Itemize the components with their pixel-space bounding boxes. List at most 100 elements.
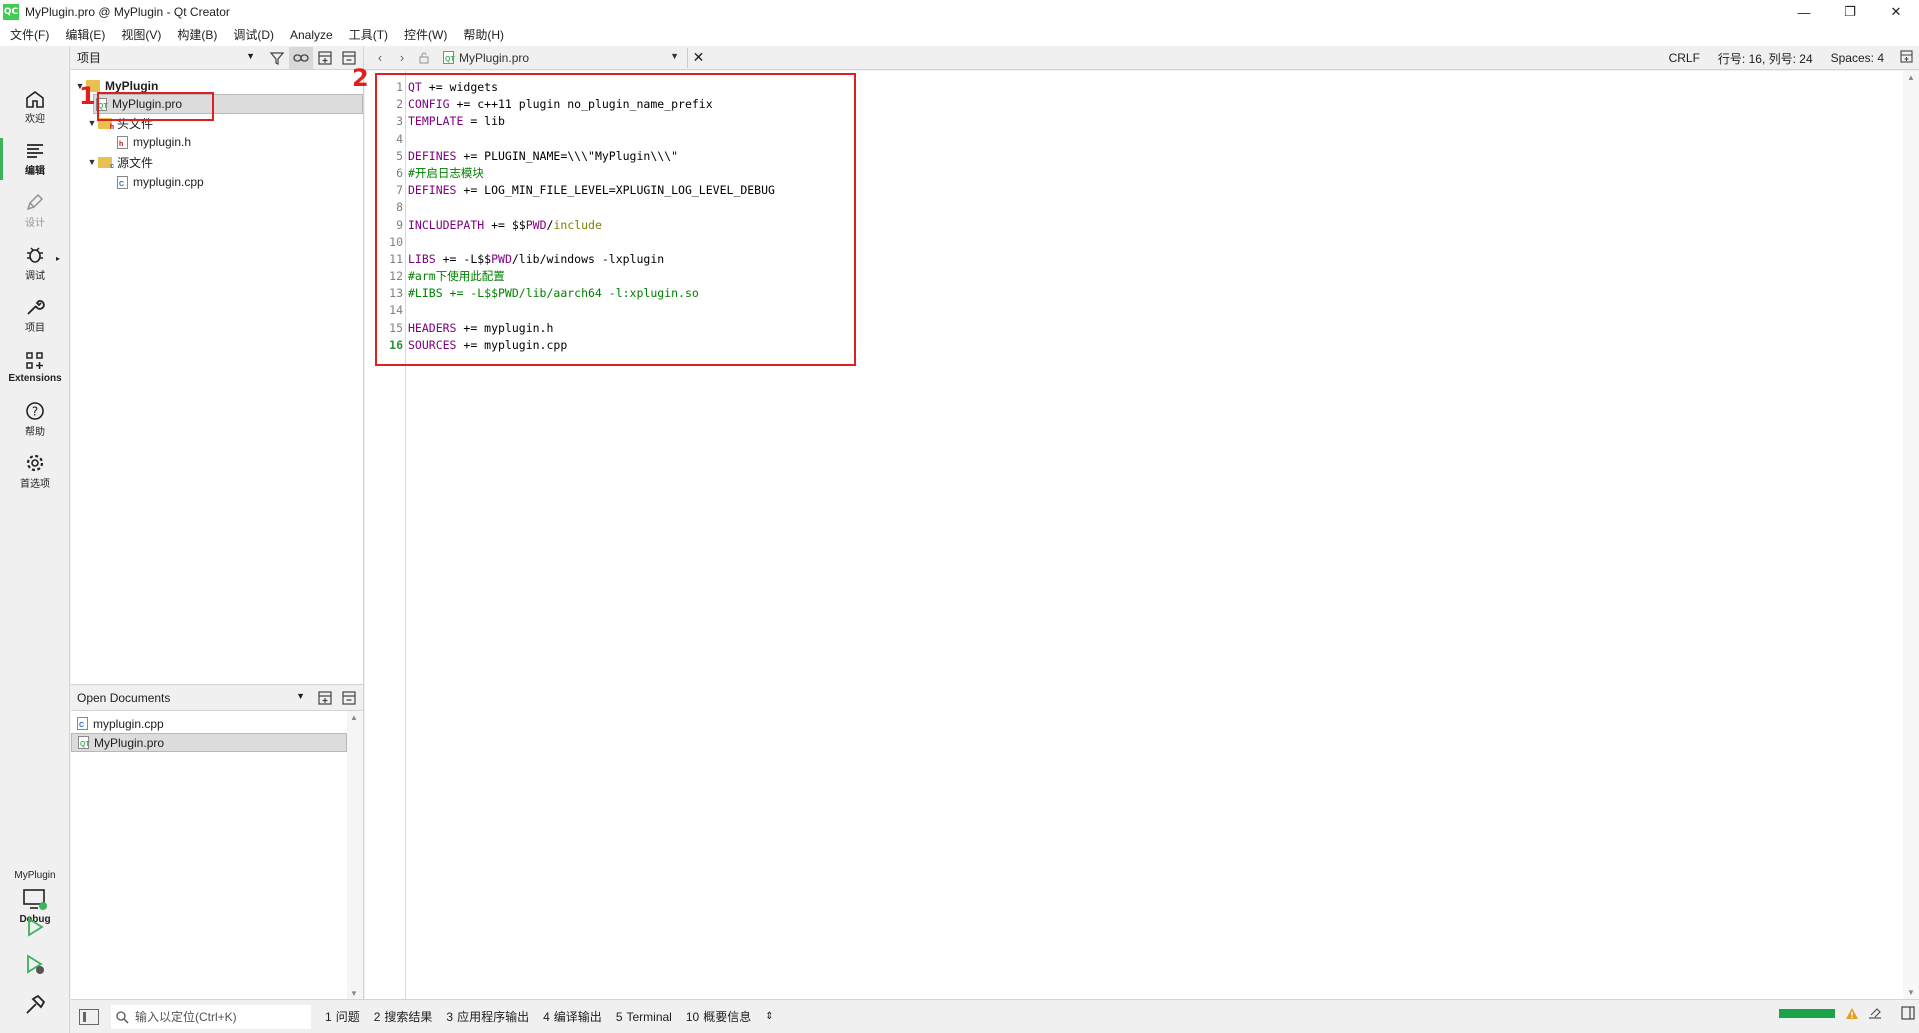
menu-tools[interactable]: 工具(T) xyxy=(341,24,396,46)
line-ending-indicator[interactable]: CRLF xyxy=(1669,51,1700,65)
tree-item-source-file[interactable]: C myplugin.cpp xyxy=(71,172,364,192)
clear-output-icon[interactable] xyxy=(1867,1007,1883,1020)
mode-preferences-label: 首选项 xyxy=(20,478,50,490)
hammer-icon xyxy=(26,994,46,1014)
extensions-icon xyxy=(26,351,43,369)
search-icon xyxy=(116,1010,129,1024)
mode-preferences[interactable]: 首选项 xyxy=(0,446,70,496)
close-split-icon[interactable] xyxy=(337,687,361,709)
indent-setting[interactable]: Spaces: 4 xyxy=(1831,51,1884,65)
mode-edit[interactable]: 编辑 xyxy=(0,134,70,184)
tab-label: 问题 xyxy=(335,1010,360,1024)
output-tab-compile-output[interactable]: 4 编译输出 xyxy=(543,1008,602,1025)
go-forward-icon[interactable]: › xyxy=(391,47,413,69)
mode-projects-label: 项目 xyxy=(25,322,45,334)
scroll-down-arrow-icon[interactable]: ▼ xyxy=(1907,988,1915,997)
output-tab-general-messages[interactable]: 10 概要信息 xyxy=(686,1008,751,1025)
restore-button[interactable]: ❐ xyxy=(1827,0,1873,24)
mode-debug[interactable]: 调试 ▸ xyxy=(0,238,70,288)
mode-help[interactable]: ? 帮助 xyxy=(0,394,70,444)
mode-bar: 欢迎 编辑 设计 调试 ▸ 项目 Extensions ? 帮助 首选项 MyP… xyxy=(0,46,70,1033)
mode-welcome[interactable]: 欢迎 xyxy=(0,82,70,132)
split-editor-icon[interactable] xyxy=(1900,50,1913,66)
collapse-arrow-icon[interactable]: ▼ xyxy=(86,157,98,167)
output-tab-terminal[interactable]: 5 Terminal xyxy=(616,1010,672,1024)
split-add-icon[interactable] xyxy=(313,47,337,69)
tab-number: 3 xyxy=(446,1010,454,1024)
mode-extensions-label: Extensions xyxy=(8,372,62,384)
split-add-icon[interactable] xyxy=(313,687,337,709)
bottom-right-indicators xyxy=(1779,1006,1915,1020)
tab-label: Terminal xyxy=(626,1009,672,1024)
open-document-item[interactable]: C myplugin.cpp xyxy=(71,714,347,733)
chevron-down-icon: ▼ xyxy=(296,690,305,701)
go-back-icon[interactable]: ‹ xyxy=(369,47,391,69)
editor-status: CRLF 行号: 16, 列号: 24 Spaces: 4 xyxy=(1651,46,1913,70)
link-sync-icon[interactable] xyxy=(289,46,313,69)
open-document-label: MyPlugin.pro xyxy=(94,735,165,750)
debug-run-button[interactable] xyxy=(0,948,70,982)
tree-item-label: myplugin.cpp xyxy=(133,175,204,189)
tab-label: 搜索结果 xyxy=(384,1010,433,1024)
menu-controls[interactable]: 控件(W) xyxy=(396,24,455,46)
open-document-item[interactable]: QT MyPlugin.pro xyxy=(71,733,347,752)
toggle-sidebar-icon[interactable] xyxy=(79,1008,99,1025)
chevron-down-icon: ▼ xyxy=(670,50,679,61)
mode-design[interactable]: 设计 xyxy=(0,186,70,236)
scroll-down-arrow-icon[interactable]: ▼ xyxy=(350,989,358,998)
help-icon: ? xyxy=(26,401,44,420)
annotation-number-2: 2 xyxy=(352,64,369,92)
run-button[interactable] xyxy=(0,910,70,944)
minimize-button[interactable]: — xyxy=(1781,0,1827,24)
scroll-up-arrow-icon[interactable]: ▲ xyxy=(1907,73,1915,82)
debug-expand-arrow-icon: ▸ xyxy=(55,254,60,263)
project-view-select[interactable]: 项目 ▼ xyxy=(75,48,255,68)
menu-help[interactable]: 帮助(H) xyxy=(455,24,512,46)
tree-item-label: MyPlugin xyxy=(105,79,159,93)
open-documents-select[interactable]: Open Documents ▼ xyxy=(75,688,305,708)
tree-item-header-file[interactable]: h myplugin.h xyxy=(71,132,364,152)
locator-placeholder: 输入以定位(Ctrl+K) xyxy=(135,1010,237,1024)
output-tab-application-output[interactable]: 3 应用程序输出 xyxy=(446,1008,529,1025)
output-tab-search-results[interactable]: 2 搜索结果 xyxy=(374,1008,433,1025)
annotation-number-1: 1 xyxy=(79,82,96,110)
locator-input[interactable]: 输入以定位(Ctrl+K) xyxy=(111,1004,311,1029)
output-tab-issues[interactable]: 1 问题 xyxy=(325,1008,360,1025)
tab-label: 概要信息 xyxy=(703,1010,752,1024)
build-progress-bar[interactable] xyxy=(1779,1008,1835,1018)
lock-icon[interactable] xyxy=(413,47,435,69)
cursor-position[interactable]: 行号: 16, 列号: 24 xyxy=(1718,50,1813,67)
project-panel-toolbar: 项目 ▼ xyxy=(71,46,363,70)
close-button[interactable]: ✕ xyxy=(1873,0,1919,24)
menu-file[interactable]: 文件(F) xyxy=(2,24,57,46)
menu-build[interactable]: 构建(B) xyxy=(169,24,225,46)
warning-icon[interactable] xyxy=(1845,1007,1859,1020)
debug-play-icon xyxy=(27,954,44,974)
tab-label: 编译输出 xyxy=(553,1010,602,1024)
document-selector[interactable]: QT MyPlugin.pro ▼ xyxy=(443,48,683,68)
editor-scrollbar[interactable]: ▲ ▼ xyxy=(1903,71,1919,999)
tree-item-sources-folder[interactable]: ▼ c 源文件 xyxy=(71,152,364,172)
build-button[interactable] xyxy=(0,988,70,1022)
tab-number: 1 xyxy=(325,1010,332,1024)
menu-debug[interactable]: 调试(D) xyxy=(225,24,282,46)
menu-view[interactable]: 视图(V) xyxy=(113,24,169,46)
more-tabs-arrow-icon[interactable]: ⇕ xyxy=(765,1011,773,1022)
open-documents-title: Open Documents xyxy=(77,690,171,705)
tab-number: 5 xyxy=(615,1009,623,1024)
scroll-up-arrow-icon[interactable]: ▲ xyxy=(350,713,358,722)
mode-extensions[interactable]: Extensions xyxy=(0,342,70,392)
open-documents-toolbar: Open Documents ▼ xyxy=(71,685,363,711)
filter-icon[interactable] xyxy=(265,47,289,69)
project-view-select-label: 项目 xyxy=(77,51,102,65)
wrench-icon xyxy=(27,299,45,315)
toggle-right-sidebar-icon[interactable] xyxy=(1901,1006,1915,1020)
close-document-icon[interactable]: ✕ xyxy=(687,47,709,68)
menu-analyze[interactable]: Analyze xyxy=(282,24,341,46)
bottom-bar: 输入以定位(Ctrl+K) 1 问题 2 搜索结果 3 应用程序输出 4 编译输出 5T… xyxy=(71,999,1919,1033)
tab-number: 2 xyxy=(373,1010,381,1024)
menu-edit[interactable]: 编辑(E) xyxy=(57,24,113,46)
monitor-icon xyxy=(23,889,47,910)
mode-projects[interactable]: 项目 xyxy=(0,290,70,340)
open-documents-scrollbar[interactable]: ▲ ▼ xyxy=(347,711,363,1000)
